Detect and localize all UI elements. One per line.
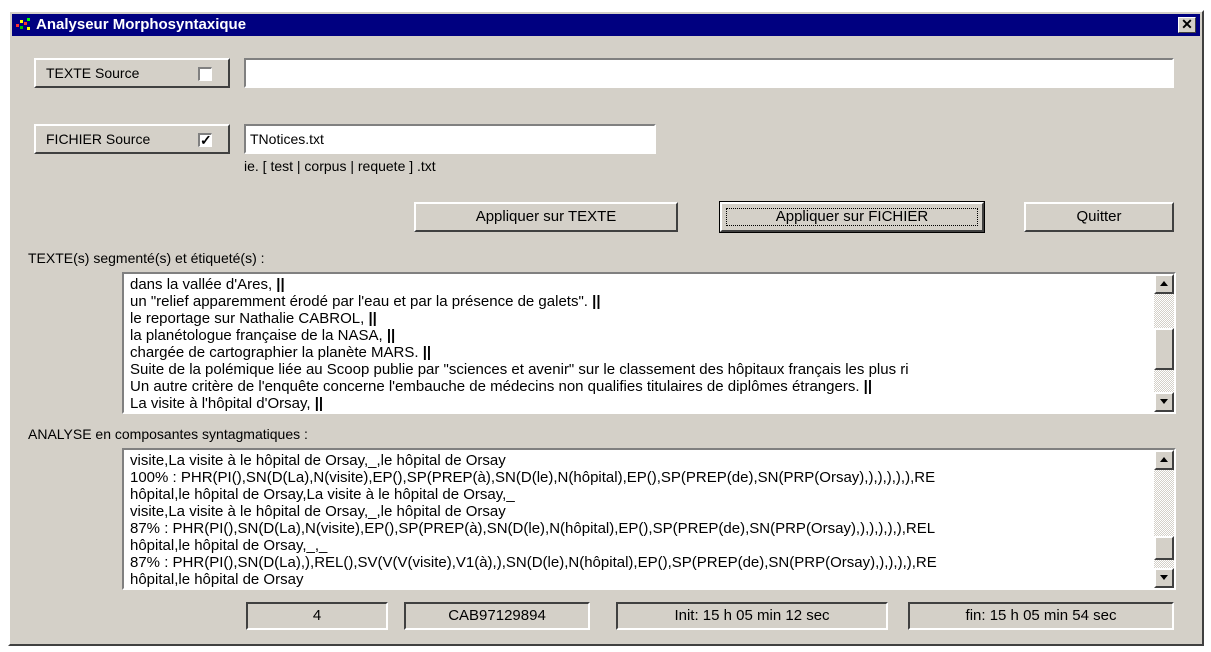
segmented-line[interactable]: Suite de la polémique liée au Scoop publ… xyxy=(130,361,1150,378)
title-bar[interactable]: Analyseur Morphosyntaxique ✕ xyxy=(12,14,1200,36)
segmented-line-text: un "relief apparemment érodé par l'eau e… xyxy=(130,293,588,310)
segmented-line[interactable]: le reportage sur Nathalie CABROL, || xyxy=(130,310,1150,327)
quitter-button[interactable]: Quitter xyxy=(1024,202,1174,232)
texte-source-checkbox[interactable] xyxy=(198,67,212,81)
analyse-listbox[interactable]: visite,La visite à le hôpital de Orsay,_… xyxy=(122,448,1176,590)
segmented-lines: dans la vallée d'Ares, || un "relief appa… xyxy=(130,276,1150,412)
status-fin-time: fin: 15 h 05 min 54 sec xyxy=(908,602,1174,630)
analyse-line[interactable]: 87% : PHR(PI(),SN(D(La),),REL(),SV(V(V(v… xyxy=(130,554,1150,571)
appliquer-texte-label: Appliquer sur TEXTE xyxy=(475,208,617,225)
quitter-label: Quitter xyxy=(1076,208,1122,225)
close-icon: ✕ xyxy=(1181,16,1193,32)
arrow-down-icon xyxy=(1160,399,1168,404)
segmented-line-text: le reportage sur Nathalie CABROL, xyxy=(130,310,365,327)
analyseur-window: Analyseur Morphosyntaxique ✕ TEXTE Sourc… xyxy=(8,10,1204,646)
fichier-source-checkbox[interactable]: ✓ xyxy=(198,133,212,147)
fichier-source-button[interactable]: FICHIER Source ✓ xyxy=(34,124,230,154)
segmented-line-text: Suite de la polémique liée au Scoop publ… xyxy=(130,361,909,378)
status-init-time: Init: 15 h 05 min 12 sec xyxy=(616,602,888,630)
segment-end-marker: || xyxy=(592,293,601,310)
segmented-line[interactable]: la planétologue française de la NASA, || xyxy=(130,327,1150,344)
focus-rectangle xyxy=(726,208,978,226)
analyse-label: ANALYSE en composantes syntagmatiques : xyxy=(28,426,308,442)
analyse-line[interactable]: hôpital,le hôpital de Orsay,_,_ xyxy=(130,537,1150,554)
segmented-line-text: Un autre critère de l'enquête concerne l… xyxy=(130,378,860,395)
analyse-line[interactable]: visite,La visite à le hôpital de Orsay,_… xyxy=(130,452,1150,469)
segment-end-marker: || xyxy=(863,378,873,395)
analyse-scrollbar[interactable] xyxy=(1154,450,1174,588)
status-count: 4 xyxy=(246,602,388,630)
scroll-down-button[interactable] xyxy=(1154,392,1174,412)
app-icon xyxy=(16,18,30,30)
appliquer-texte-button[interactable]: Appliquer sur TEXTE xyxy=(414,202,678,232)
texte-source-input[interactable] xyxy=(246,60,1172,86)
arrow-up-icon xyxy=(1160,281,1168,286)
scroll-up-button[interactable] xyxy=(1154,274,1174,294)
segmented-line-text: dans la vallée d'Ares, xyxy=(130,276,273,293)
status-code: CAB97129894 xyxy=(404,602,590,630)
scroll-thumb[interactable] xyxy=(1154,536,1174,560)
close-button[interactable]: ✕ xyxy=(1178,17,1196,33)
segment-end-marker: || xyxy=(276,276,285,293)
segmented-line-text: la planétologue française de la NASA, xyxy=(130,327,383,344)
segmented-line[interactable]: Un autre critère de l'enquête concerne l… xyxy=(130,378,1150,395)
segment-end-marker: || xyxy=(386,327,396,344)
segmented-scrollbar[interactable] xyxy=(1154,274,1174,412)
segment-end-marker: || xyxy=(422,344,432,361)
fichier-source-input[interactable] xyxy=(246,126,654,152)
analyse-line[interactable]: 100% : PHR(PI(),SN(D(La),N(visite),EP(),… xyxy=(130,469,1150,486)
analyse-line[interactable]: 87% : PHR(PI(),SN(D(La),N(visite),EP(),S… xyxy=(130,520,1150,537)
analyse-line[interactable]: visite,La visite à le hôpital de Orsay,_… xyxy=(130,503,1150,520)
segmented-line[interactable]: chargée de cartographier la planète MARS… xyxy=(130,344,1150,361)
scroll-up-button[interactable] xyxy=(1154,450,1174,470)
arrow-up-icon xyxy=(1160,457,1168,462)
segmented-line[interactable]: un "relief apparemment érodé par l'eau e… xyxy=(130,293,1150,310)
fichier-source-hint: ie. [ test | corpus | requete ] .txt xyxy=(244,158,436,174)
segmented-line[interactable]: La visite à l'hôpital d'Orsay, || xyxy=(130,395,1150,412)
segmented-line[interactable]: dans la vallée d'Ares, || xyxy=(130,276,1150,293)
segmented-line-text: chargée de cartographier la planète MARS… xyxy=(130,344,419,361)
analyse-lines: visite,La visite à le hôpital de Orsay,_… xyxy=(130,452,1150,588)
texte-source-button[interactable]: TEXTE Source xyxy=(34,58,230,88)
segment-end-marker: || xyxy=(368,310,377,327)
scroll-thumb[interactable] xyxy=(1154,328,1174,370)
segmented-listbox[interactable]: dans la vallée d'Ares, || un "relief appa… xyxy=(122,272,1176,414)
appliquer-fichier-button[interactable]: Appliquer sur FICHIER xyxy=(719,201,985,233)
scroll-down-button[interactable] xyxy=(1154,568,1174,588)
segment-end-marker: || xyxy=(314,395,324,412)
texte-source-input-field[interactable] xyxy=(244,58,1174,88)
texte-source-label: TEXTE Source xyxy=(46,65,140,81)
segmented-line-text: La visite à l'hôpital d'Orsay, xyxy=(130,395,311,412)
analyse-line[interactable]: hôpital,le hôpital de Orsay xyxy=(130,571,1150,588)
segmented-label: TEXTE(s) segmenté(s) et étiqueté(s) : xyxy=(28,250,265,266)
analyse-line[interactable]: hôpital,le hôpital de Orsay,La visite à … xyxy=(130,486,1150,503)
window-title: Analyseur Morphosyntaxique xyxy=(36,16,247,33)
fichier-source-input-field[interactable] xyxy=(244,124,656,154)
fichier-source-label: FICHIER Source xyxy=(46,131,151,147)
arrow-down-icon xyxy=(1160,575,1168,580)
